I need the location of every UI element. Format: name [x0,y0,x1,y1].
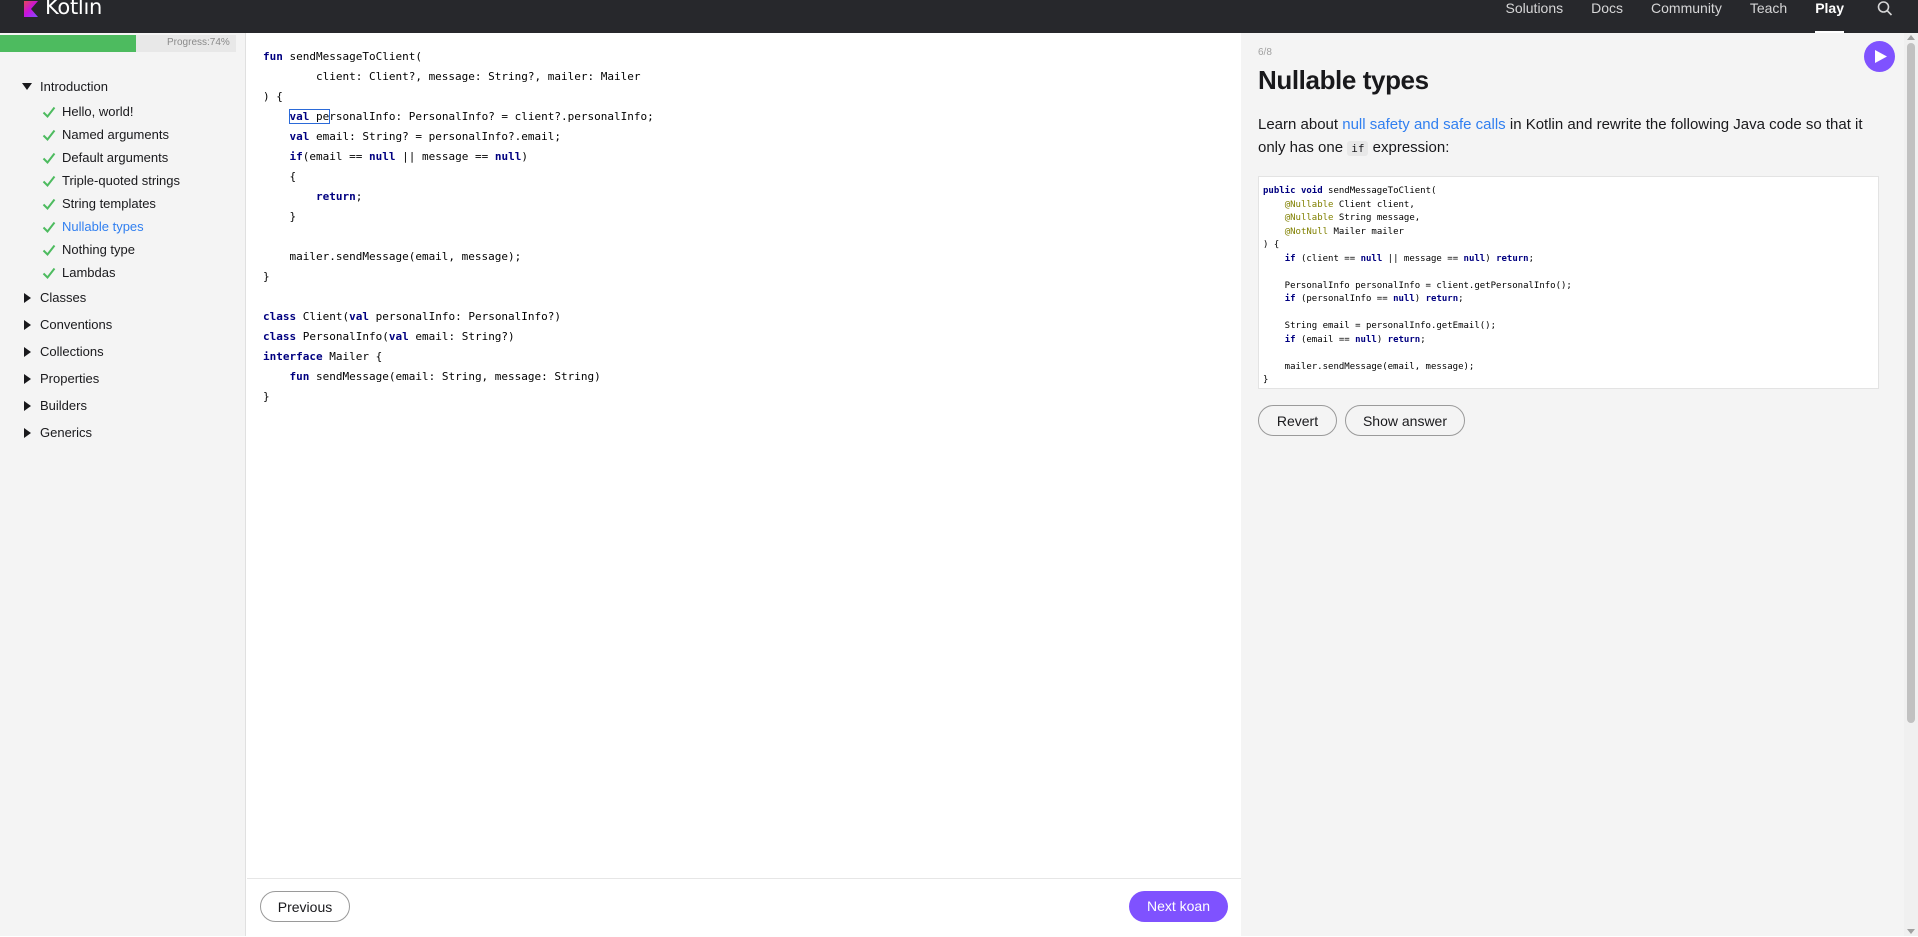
check-icon [42,198,56,210]
triangle-right-icon [24,427,31,438]
tree-item-lambdas[interactable]: Lambdas [22,261,180,284]
tree-section-builders[interactable]: Builders [22,392,180,419]
nav-item-teach[interactable]: Teach [1736,0,1801,20]
scroll-thumb[interactable] [1907,43,1915,723]
check-icon [42,106,56,118]
tree-section-label: Conventions [40,317,113,332]
check-icon [42,152,56,164]
desc-text-3: expression: [1368,139,1450,156]
tree-item-label: Lambdas [62,265,116,280]
tree-item-string-templates[interactable]: String templates [22,192,180,215]
search-icon[interactable] [1876,0,1894,18]
null-safety-link[interactable]: null safety and safe calls [1342,116,1505,133]
inline-code-if: if [1347,141,1369,156]
task-title: Nullable types [1258,65,1429,95]
triangle-down-icon [22,83,32,90]
check-icon [42,221,56,233]
tree-section-label: Collections [40,344,104,359]
triangle-right-icon [24,346,31,357]
check-icon [42,175,56,187]
tree-item-label: Named arguments [62,127,169,142]
scroll-up-arrow[interactable] [1907,35,1915,40]
nav-item-community[interactable]: Community [1637,0,1736,20]
check-icon [42,267,56,279]
nav-item-docs[interactable]: Docs [1577,0,1637,20]
tree-item-label: Default arguments [62,150,169,165]
previous-button[interactable]: Previous [260,891,350,922]
check-icon [42,129,56,141]
tree-section-label: Properties [40,371,100,386]
tree-section-label: Classes [40,290,87,305]
java-code: public void sendMessageToClient( @Nullab… [1263,186,1572,385]
tree-item-label: Nothing type [62,242,135,257]
tree-section-classes[interactable]: Classes [22,284,180,311]
tree-item-label: Triple-quoted strings [62,173,181,188]
triangle-right-icon [24,400,31,411]
nav-item-play[interactable]: Play [1801,0,1858,33]
progress-bar: Progress:74% [0,35,236,52]
kotlin-logo-icon [24,1,38,17]
scroll-down-arrow[interactable] [1907,929,1915,934]
code-content[interactable]: fun sendMessageToClient( client: Client?… [263,47,654,407]
tree-item-label: Nullable types [62,219,144,234]
nav-menu: Solutions Docs Community Teach Play [1492,0,1858,33]
tree-item-nullable-types[interactable]: Nullable types [22,215,180,238]
progress-fill [0,35,136,52]
tree-item-named-arguments[interactable]: Named arguments [22,123,180,146]
tree-item-triple-quoted-strings[interactable]: Triple-quoted strings [22,169,180,192]
triangle-right-icon [24,373,31,384]
top-navigation-bar: Kotlin Solutions Docs Community Teach Play [0,0,1918,33]
next-koan-button[interactable]: Next koan [1129,891,1228,922]
play-icon [1875,50,1887,63]
desc-text-1: Learn about [1258,116,1343,133]
tree-item-nothing-type[interactable]: Nothing type [22,238,180,261]
code-editor[interactable]: fun sendMessageToClient( client: Client?… [247,33,1241,878]
tree-item-label: Hello, world! [62,104,134,119]
koans-tree: Introduction Hello, world! Named arguments… [22,73,180,446]
koans-sidebar: Progress:74% Introduction Hello, world! Na… [0,33,246,936]
editor-footer: Previous Next koan [247,878,1241,937]
tree-section-label: Builders [40,398,87,413]
tree-section-generics[interactable]: Generics [22,419,180,446]
tree-section-introduction[interactable]: Introduction [22,73,180,100]
task-counter: 6/8 [1258,47,1272,58]
tree-item-label: String templates [62,196,156,211]
tree-section-collections[interactable]: Collections [22,338,180,365]
check-icon [42,244,56,256]
show-answer-button[interactable]: Show answer [1345,405,1465,436]
tree-section-label: Introduction [40,79,108,94]
run-button[interactable] [1864,41,1895,72]
java-code-block: public void sendMessageToClient( @Nullab… [1258,176,1879,389]
tree-item-default-arguments[interactable]: Default arguments [22,146,180,169]
triangle-right-icon [24,319,31,330]
tree-section-properties[interactable]: Properties [22,365,180,392]
tree-item-hello-world[interactable]: Hello, world! [22,100,180,123]
triangle-right-icon [24,292,31,303]
revert-button[interactable]: Revert [1258,405,1337,436]
tree-section-conventions[interactable]: Conventions [22,311,180,338]
tree-section-label: Generics [40,425,93,440]
nav-item-solutions[interactable]: Solutions [1492,0,1578,20]
kotlin-logo[interactable]: Kotlin [24,0,102,20]
page-scrollbar[interactable] [1904,33,1918,936]
progress-label: Progress:74% [167,37,230,48]
logo-text: Kotlin [45,0,102,19]
task-description: Learn about null safety and safe calls i… [1258,113,1888,160]
task-panel: 6/8 Nullable types Learn about null safe… [1241,33,1904,936]
